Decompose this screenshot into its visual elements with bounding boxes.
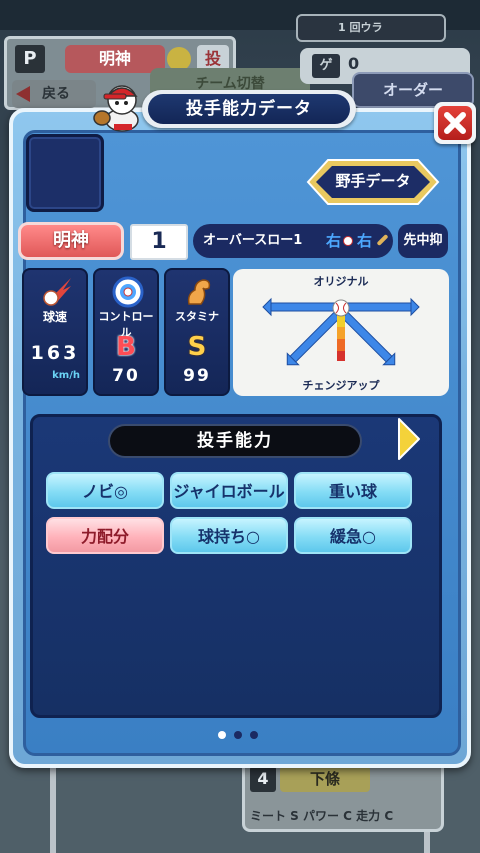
background-ge-value: 0 <box>348 54 360 73</box>
stamina-value: 99 <box>183 366 211 386</box>
control-stat: コントロール B 70 <box>93 268 159 396</box>
page-dot <box>234 731 242 739</box>
next-arrow-icon[interactable] <box>396 416 422 462</box>
background-team-name: 明神 <box>65 45 165 73</box>
speed-unit: km/h <box>52 370 80 381</box>
fireball-icon <box>43 278 71 306</box>
close-button[interactable] <box>434 102 476 144</box>
background-ge-label: ゲ <box>312 54 340 78</box>
background-lineup-name: 下條 <box>280 766 370 792</box>
ability-chip[interactable]: ジャイロボール <box>170 472 288 509</box>
ability-chip[interactable]: 緩急○ <box>294 517 412 554</box>
speed-label: 球速 <box>42 310 67 324</box>
ball-icon <box>343 236 353 246</box>
flexed-arm-icon <box>187 279 211 305</box>
dialog-title: 投手能力データ <box>148 94 350 124</box>
ability-title: 投手能力 <box>197 431 273 451</box>
target-icon <box>112 276 144 308</box>
uniform-number: 1 <box>130 224 188 260</box>
stamina-grade: S <box>187 332 207 362</box>
player-portrait <box>26 134 104 212</box>
background-lineup-stats: ミート S パワー C 走力 C <box>250 809 394 823</box>
ability-chip[interactable]: 球持ち○ <box>170 517 288 554</box>
control-value: 70 <box>112 366 140 386</box>
pitch-type-chart: オリジナル チェンジアップ <box>233 269 449 396</box>
back-arrow-icon <box>16 86 30 102</box>
page-dot <box>250 731 258 739</box>
throw-hand: 右 <box>326 232 342 250</box>
pitcher-role: 先中抑 <box>398 224 448 258</box>
fielder-data-label: 野手データ <box>335 172 411 190</box>
pawapuro-player-icon <box>93 85 139 132</box>
stamina-label: スタミナ <box>175 310 219 323</box>
pitch-chart-bottom-label: チェンジアップ <box>302 379 380 392</box>
team-badge: 明神 <box>18 222 124 260</box>
ability-chip[interactable]: ノビ◎ <box>46 472 164 509</box>
throw-style: オーバースロー1 <box>203 233 303 248</box>
speed-value: 163 <box>30 342 80 364</box>
ability-chip[interactable]: 重い球 <box>294 472 412 509</box>
background-lineup-number: 4 <box>250 766 276 792</box>
close-x-icon <box>438 106 472 140</box>
background-inning: 1 回ウラ <box>296 14 446 42</box>
background-p-label: P <box>15 45 45 73</box>
page-dot <box>218 731 226 739</box>
speed-stat: 球速 163 km/h <box>22 268 88 396</box>
stamina-stat: スタミナ S 99 <box>164 268 230 396</box>
ability-chip[interactable]: 力配分 <box>46 517 164 554</box>
ability-panel <box>30 414 442 718</box>
bat-hand: 右 <box>357 232 373 250</box>
control-grade: B <box>116 332 136 362</box>
page-indicator <box>214 729 262 741</box>
